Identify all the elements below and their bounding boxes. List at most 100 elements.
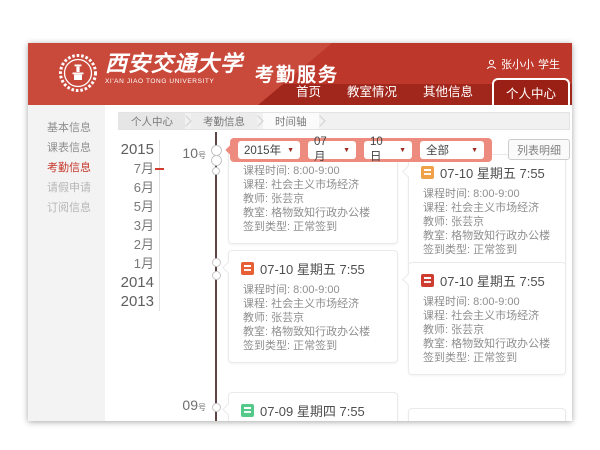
day-label-09: 09号	[174, 397, 206, 415]
card-title: 07-10 星期五 7:55	[260, 259, 365, 278]
scale-year-2013[interactable]: 2013	[118, 292, 154, 311]
scale-month-jun[interactable]: 6月	[118, 178, 154, 197]
sidebar-item-leave-request[interactable]: 请假申请	[28, 178, 105, 198]
field-course-time: 课程时间: 8:00-9:00	[243, 164, 385, 178]
day-suffix: 号	[198, 403, 206, 412]
year-select[interactable]: 2015年 ▼	[238, 141, 300, 159]
nav-item-other-info[interactable]: 其他信息	[410, 81, 486, 105]
field-label: 签到类型:	[243, 221, 290, 233]
field-value: 格物致知行政办公楼	[271, 326, 370, 338]
card-title: 07-10 星期五 7:55	[440, 271, 545, 290]
field-label: 课程时间:	[243, 165, 290, 177]
scale-month-jul[interactable]: 7月	[118, 159, 154, 178]
field-checkin-type: 签到类型: 正常签到	[423, 243, 553, 257]
scale-year-2014[interactable]: 2014	[118, 273, 154, 292]
sidebar-item-basic-info[interactable]: 基本信息	[28, 118, 105, 138]
caret-down-icon: ▼	[287, 147, 294, 154]
field-value: 格物致知行政办公楼	[451, 230, 550, 242]
user-role: 学生	[538, 56, 560, 72]
field-course: 课程: 社会主义市场经济	[423, 309, 553, 323]
checkin-status-icon	[241, 262, 254, 275]
attendance-card[interactable]: 07-10 星期五 7:55 课程时间: 8:00-9:00 课程: 社会主义市…	[228, 250, 398, 363]
field-value: 格物致知行政办公楼	[271, 207, 370, 219]
university-name-en: XI'AN JIAO TONG UNIVERSITY	[105, 78, 243, 85]
field-value: 8:00-9:00	[473, 188, 519, 200]
content: 基本信息 课表信息 考勤信息 请假申请 订阅信息 个人中心 考勤信息 时间轴 2…	[28, 105, 572, 421]
field-teacher: 教师: 张芸京	[423, 323, 553, 337]
month-select-value: 07月	[314, 136, 338, 164]
card-header: 07-09 星期四 7:55	[229, 393, 397, 421]
field-value: 张芸京	[271, 193, 304, 205]
field-label: 教室:	[243, 326, 268, 338]
field-teacher: 教师: 张芸京	[423, 215, 553, 229]
attendance-card[interactable]: 07-10 星期五 7:55 课程时间: 8:00-9:00 课程: 社会主义市…	[408, 262, 566, 375]
attendance-card[interactable]: 课程时间: 8:00-9:00 课程: 社会主义市场经济 教师: 张芸京 教室:…	[228, 150, 398, 244]
card-header: 07-10 星期五 7:55	[229, 251, 397, 281]
field-classroom: 教室: 格物致知行政办公楼	[243, 325, 385, 339]
scale-month-jan[interactable]: 1月	[118, 254, 154, 273]
field-label: 教室:	[423, 230, 448, 242]
field-checkin-type: 签到类型: 正常签到	[243, 220, 385, 234]
field-value: 张芸京	[451, 216, 484, 228]
header: 西安交通大学 XI'AN JIAO TONG UNIVERSITY 考勤服务 张…	[28, 43, 572, 105]
sidebar-item-attendance-info[interactable]: 考勤信息	[28, 158, 105, 178]
breadcrumb-timeline[interactable]: 时间轴	[263, 113, 319, 129]
scale-month-feb[interactable]: 2月	[118, 235, 154, 254]
field-value: 正常签到	[293, 221, 337, 233]
field-course: 课程: 社会主义市场经济	[243, 178, 385, 192]
card-title: 07-09 星期四 7:55	[260, 401, 365, 420]
field-course-time: 课程时间: 8:00-9:00	[243, 283, 385, 297]
attendance-card-partial[interactable]	[408, 408, 566, 421]
field-label: 教室:	[243, 207, 268, 219]
nav-item-classrooms[interactable]: 教室情况	[334, 81, 410, 105]
field-value: 社会主义市场经济	[271, 298, 359, 310]
timeline-node	[212, 271, 221, 280]
field-label: 签到类型:	[423, 244, 470, 256]
field-value: 张芸京	[451, 324, 484, 336]
main-nav: 首页 教室情况 其他信息 个人中心	[283, 78, 570, 105]
card-fields: 课程时间: 8:00-9:00 课程: 社会主义市场经济 教师: 张芸京 教室:…	[229, 281, 397, 362]
scale-month-may[interactable]: 5月	[118, 197, 154, 216]
scale-month-mar[interactable]: 3月	[118, 216, 154, 235]
field-value: 社会主义市场经济	[451, 202, 539, 214]
field-value: 8:00-9:00	[293, 284, 339, 296]
checkin-status-icon	[241, 404, 254, 417]
caret-down-icon: ▼	[471, 147, 478, 154]
sidebar-item-schedule-info[interactable]: 课表信息	[28, 138, 105, 158]
caret-down-icon: ▼	[399, 147, 406, 154]
breadcrumb-personal-center[interactable]: 个人中心	[119, 113, 185, 129]
sidebar-item-subscription-info[interactable]: 订阅信息	[28, 198, 105, 218]
attendance-card[interactable]: 07-10 星期五 7:55 课程时间: 8:00-9:00 课程: 社会主义市…	[408, 154, 566, 267]
field-label: 教室:	[423, 338, 448, 350]
list-detail-button[interactable]: 列表明细	[508, 139, 570, 160]
field-value: 8:00-9:00	[473, 296, 519, 308]
field-classroom: 教室: 格物致知行政办公楼	[243, 206, 385, 220]
scale-month-jul-label: 7月	[134, 161, 154, 176]
month-select[interactable]: 07月 ▼	[308, 141, 356, 159]
breadcrumb-attendance-info[interactable]: 考勤信息	[191, 113, 257, 129]
field-value: 社会主义市场经济	[271, 179, 359, 191]
field-classroom: 教室: 格物致知行政办公楼	[423, 337, 553, 351]
nav-item-home[interactable]: 首页	[283, 81, 334, 105]
checkin-status-icon	[421, 274, 434, 287]
user-info[interactable]: 张小小 学生	[486, 56, 560, 72]
field-label: 教师:	[423, 324, 448, 336]
attendance-card[interactable]: 07-09 星期四 7:55	[228, 392, 398, 421]
field-label: 教师:	[423, 216, 448, 228]
timeline-scale: 2015 7月 6月 5月 3月 2月 1月 2014 2013	[118, 140, 160, 311]
card-fields: 课程时间: 8:00-9:00 课程: 社会主义市场经济 教师: 张芸京 教室:…	[409, 185, 565, 266]
sidebar: 基本信息 课表信息 考勤信息 请假申请 订阅信息	[28, 105, 105, 421]
type-select[interactable]: 全部 ▼	[420, 141, 484, 159]
day-select[interactable]: 10日 ▼	[364, 141, 412, 159]
card-fields: 课程时间: 8:00-9:00 课程: 社会主义市场经济 教师: 张芸京 教室:…	[229, 151, 397, 243]
field-label: 课程:	[423, 310, 448, 322]
field-label: 课程时间:	[423, 296, 470, 308]
timeline-node	[211, 155, 222, 166]
current-month-tick	[155, 168, 164, 170]
nav-tab-personal-center[interactable]: 个人中心	[492, 78, 570, 105]
app-window: 西安交通大学 XI'AN JIAO TONG UNIVERSITY 考勤服务 张…	[28, 43, 572, 421]
field-label: 课程时间:	[243, 284, 290, 296]
scale-year-2015[interactable]: 2015	[118, 140, 154, 159]
university-logo-icon	[58, 53, 98, 93]
card-fields: 课程时间: 8:00-9:00 课程: 社会主义市场经济 教师: 张芸京 教室:…	[409, 293, 565, 374]
